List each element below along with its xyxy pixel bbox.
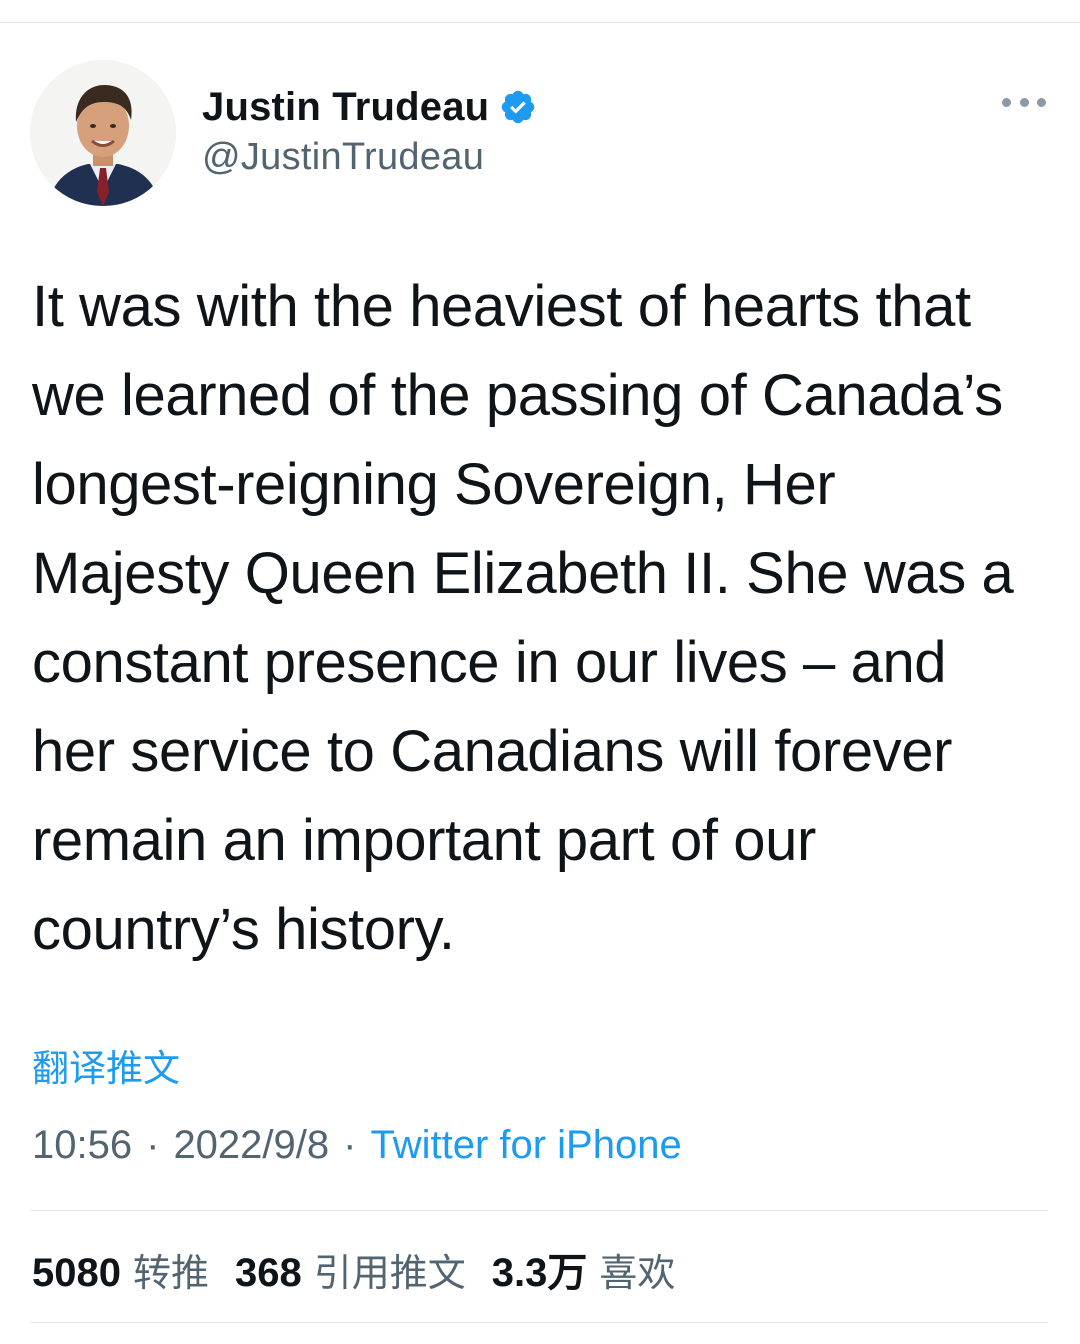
stats-divider-bottom xyxy=(30,1322,1048,1323)
more-options-icon[interactable] xyxy=(1002,90,1046,114)
tweet-text-line: Majesty Queen Elizabeth II. She was a xyxy=(32,541,1014,606)
tweet-text-line: constant presence in our lives – and xyxy=(32,630,947,695)
meta-separator: · xyxy=(343,1123,357,1167)
retweets-label: 转推 xyxy=(132,1251,209,1295)
likes-count: 3.3万 xyxy=(491,1251,588,1295)
tweet-source-link[interactable]: Twitter for iPhone xyxy=(370,1123,681,1167)
display-name-row: Justin Trudeau xyxy=(202,82,537,132)
tweet-text-line: It was with the heaviest of hearts that xyxy=(32,274,971,339)
tweet-text-line: we learned of the passing of Canada’s xyxy=(32,363,1003,428)
retweets-stat[interactable]: 5080 转推 xyxy=(32,1242,209,1297)
top-divider xyxy=(0,22,1080,23)
translate-tweet-link[interactable]: 翻译推文 xyxy=(32,1038,180,1092)
author-display-name[interactable]: Justin Trudeau xyxy=(202,85,489,130)
tweet-header: Justin Trudeau @JustinTrudeau xyxy=(30,60,1050,210)
tweet-meta: 10:56 · 2022/9/8 · Twitter for iPhone xyxy=(32,1123,682,1168)
avatar-photo xyxy=(30,60,176,206)
quotes-stat[interactable]: 368 引用推文 xyxy=(235,1242,466,1297)
tweet-text-line: remain an important part of our xyxy=(32,808,816,873)
retweets-count: 5080 xyxy=(32,1251,121,1295)
likes-label: 喜欢 xyxy=(599,1251,676,1295)
quotes-label: 引用推文 xyxy=(313,1251,466,1295)
stats-divider-top xyxy=(30,1210,1048,1211)
tweet-text-line: her service to Canadians will forever xyxy=(32,719,953,784)
meta-separator: · xyxy=(146,1123,160,1167)
quotes-count: 368 xyxy=(235,1251,302,1295)
verified-badge-icon xyxy=(499,88,537,126)
tweet-text-line: country’s history. xyxy=(32,897,455,962)
author-handle[interactable]: @JustinTrudeau xyxy=(202,136,537,179)
tweet-date[interactable]: 2022/9/8 xyxy=(173,1123,329,1167)
author-names: Justin Trudeau @JustinTrudeau xyxy=(202,82,537,179)
tweet-text-line: longest-reigning Sovereign, Her xyxy=(32,452,836,517)
tweet-stats: 5080 转推 368 引用推文 3.3万 喜欢 xyxy=(32,1240,701,1298)
tweet-time[interactable]: 10:56 xyxy=(32,1123,132,1167)
avatar[interactable] xyxy=(30,60,176,206)
likes-stat[interactable]: 3.3万 喜欢 xyxy=(492,1240,676,1298)
tweet-text: It was with the heaviest of hearts that … xyxy=(32,262,1052,974)
